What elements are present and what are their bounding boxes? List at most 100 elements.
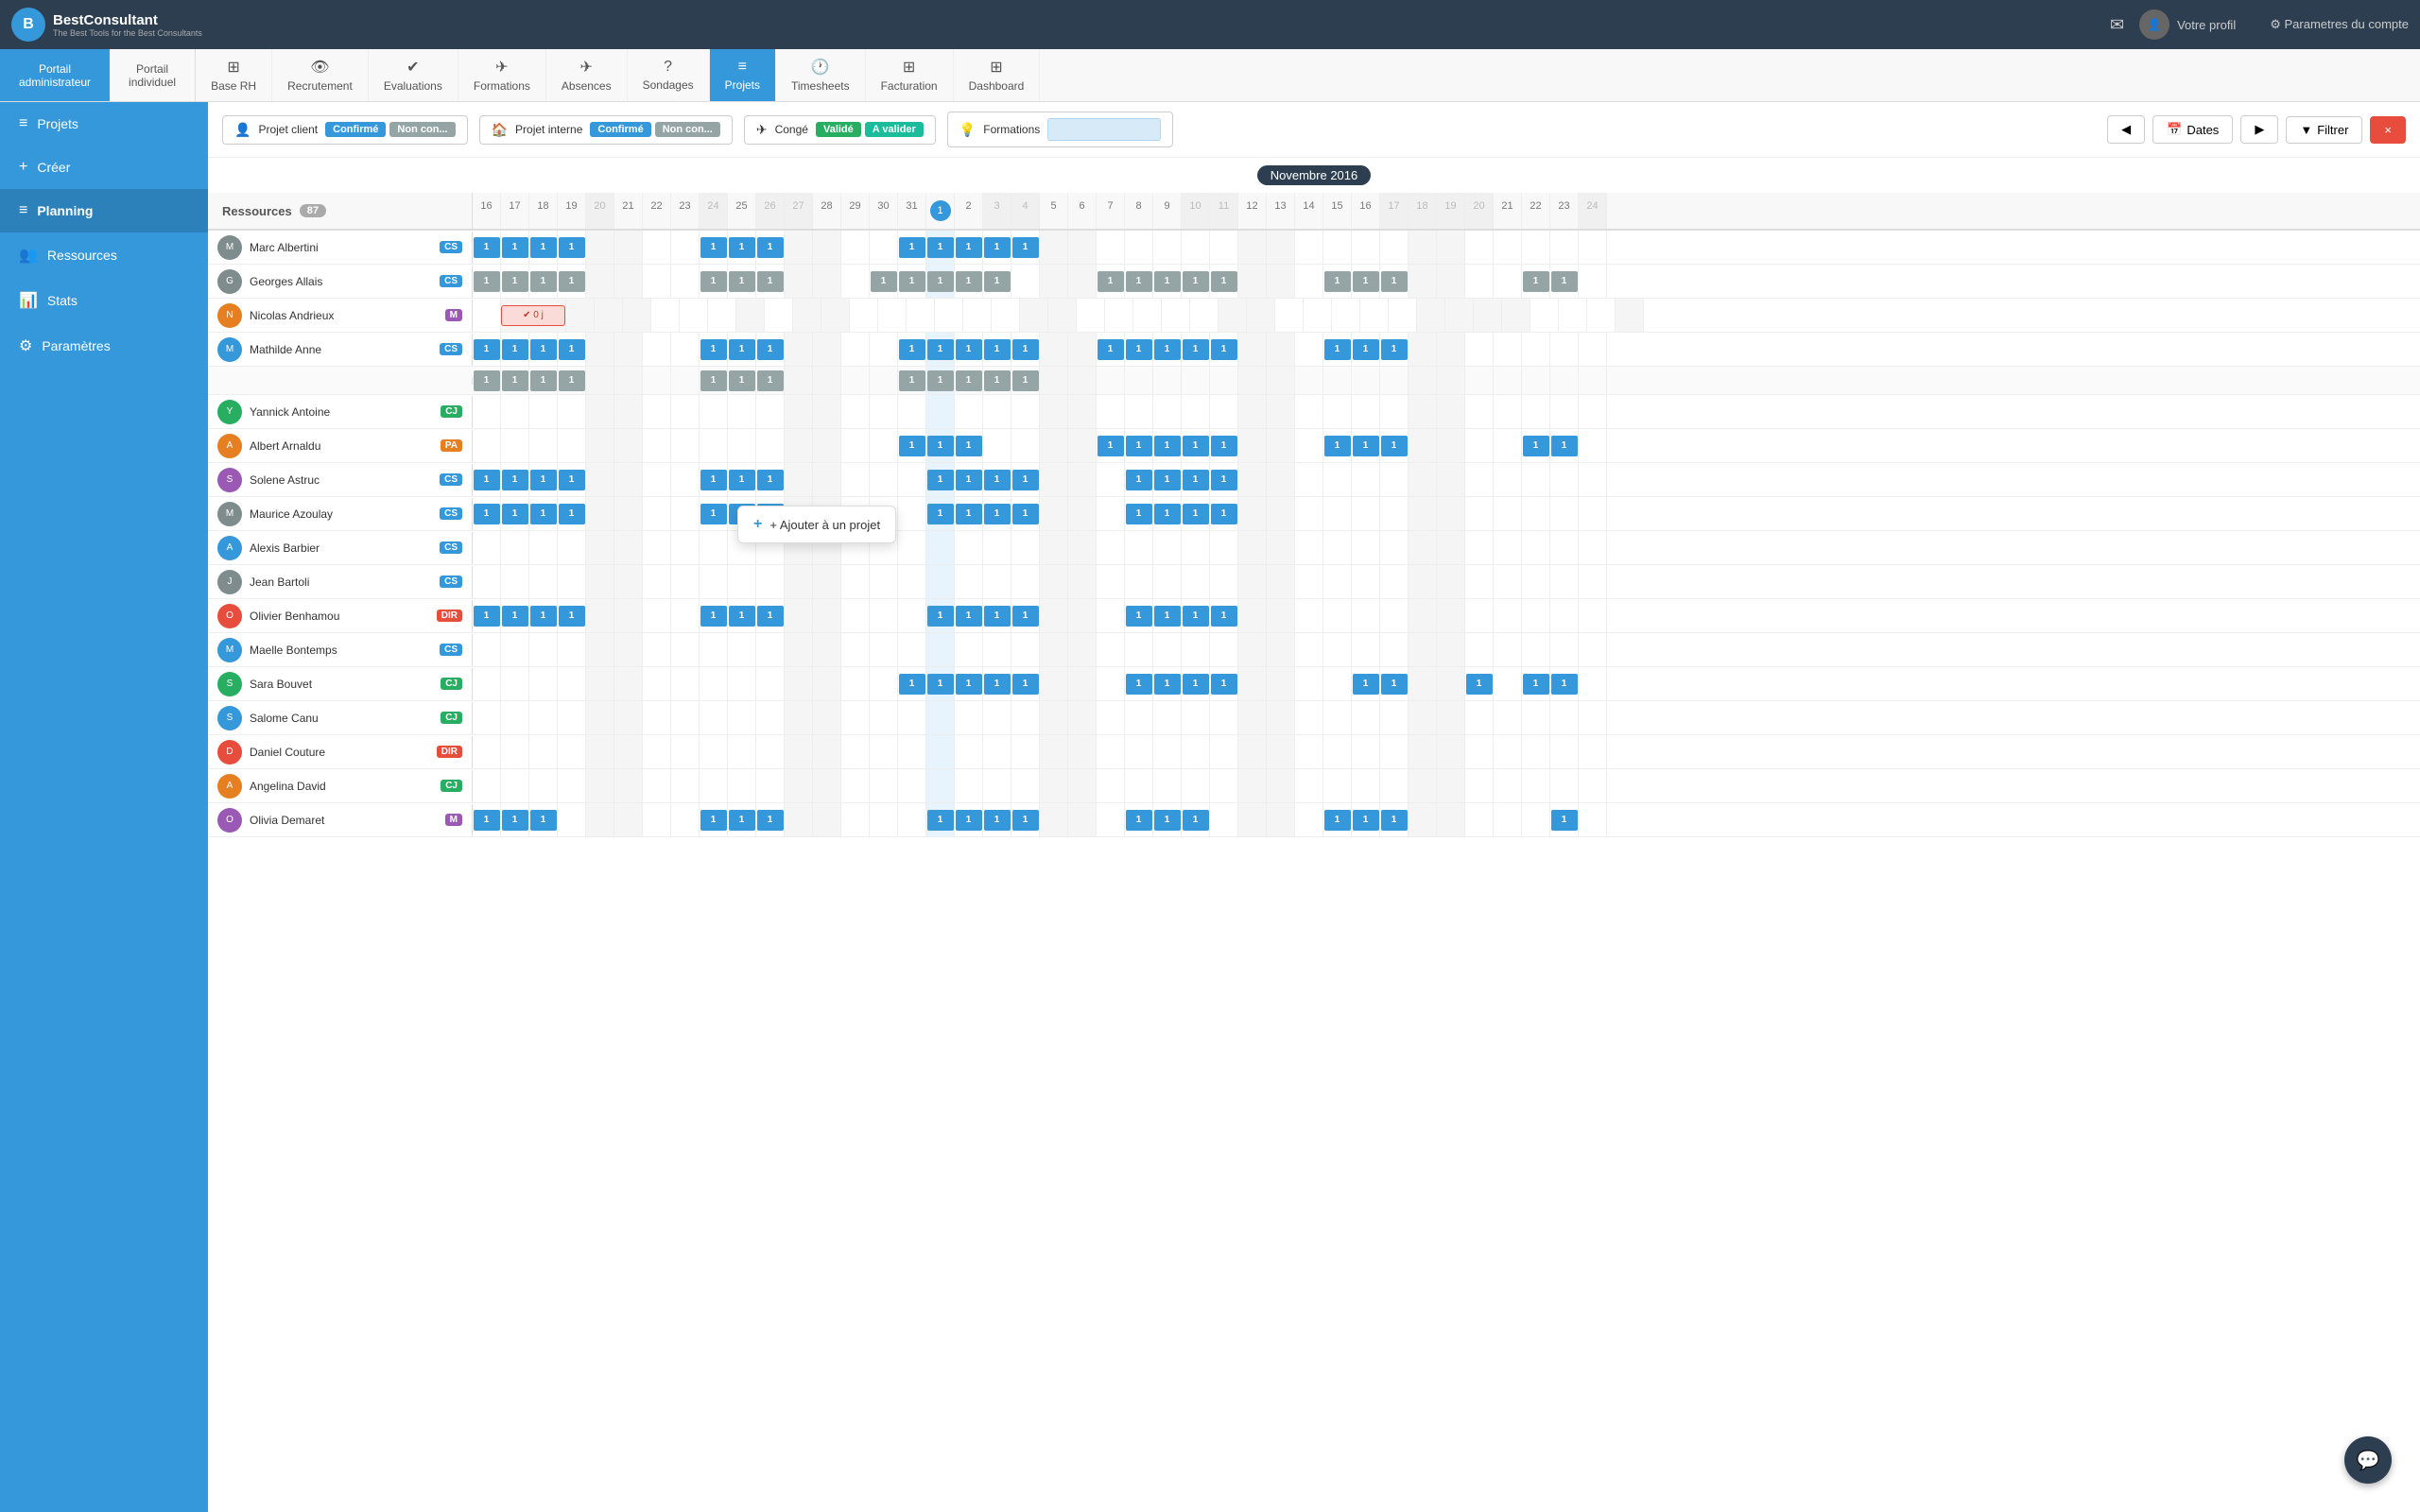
- day-cell: [1068, 565, 1097, 598]
- day-cell: 1: [926, 497, 955, 530]
- dates-button[interactable]: 📅 Dates: [2152, 115, 2233, 144]
- tab-projets[interactable]: ≡Projets: [710, 49, 776, 101]
- day-cell: [1352, 367, 1380, 394]
- tab-recrutement[interactable]: 👁Recrutement: [272, 49, 369, 101]
- day-cell: [473, 769, 501, 802]
- day-cell: [1238, 599, 1267, 632]
- day-cell: [501, 667, 529, 700]
- day-cells: 111111111111111: [473, 463, 2420, 496]
- tooltip-popup[interactable]: + + Ajouter à un projet: [737, 506, 896, 543]
- day-cell: [983, 429, 1011, 462]
- tooltip-label: + Ajouter à un projet: [769, 518, 880, 532]
- day-cell: [1465, 803, 1494, 836]
- day-cell: [643, 395, 671, 428]
- day-cell: [1097, 599, 1125, 632]
- sidebar-item-projets[interactable]: ≡Projets: [0, 102, 208, 146]
- table-row: DDaniel CoutureDIR: [208, 735, 2420, 769]
- day-header-38: 23: [1550, 193, 1579, 229]
- tab-formations[interactable]: ✈Formations: [458, 49, 546, 101]
- day-cell: [926, 735, 955, 768]
- grid-header: Ressources 87 16171819202122232425262728…: [208, 193, 2420, 231]
- time-block: 1: [1381, 436, 1408, 456]
- top-nav: B BestConsultant The Best Tools for the …: [0, 0, 2420, 49]
- sidebar-item-ressources[interactable]: 👥Ressources: [0, 232, 208, 278]
- tab-facturation[interactable]: ⊞Facturation: [866, 49, 954, 101]
- tab-sondages[interactable]: ?Sondages: [628, 49, 710, 101]
- profile-button[interactable]: 👤 Votre profil: [2139, 9, 2236, 40]
- day-cells: 11111111111111: [473, 667, 2420, 700]
- time-block: 1: [757, 339, 784, 360]
- day-cell: [501, 429, 529, 462]
- time-block: 1: [1154, 810, 1181, 831]
- day-cell: 1: [501, 333, 529, 366]
- day-cell: [926, 395, 955, 428]
- day-cell: [1465, 735, 1494, 768]
- mail-icon[interactable]: ✉: [2110, 15, 2124, 35]
- tab-absences[interactable]: ✈Absences: [546, 49, 628, 101]
- time-block: 1: [1353, 674, 1379, 695]
- day-cell: [586, 429, 614, 462]
- day-cell: 1: [898, 231, 926, 264]
- time-block: 1: [559, 271, 585, 292]
- day-cell: [1097, 735, 1125, 768]
- day-cell: [841, 265, 870, 298]
- avatar: N: [217, 303, 242, 328]
- sidebar-item-creer[interactable]: +Créer: [0, 146, 208, 189]
- projets-label: Projets: [725, 78, 760, 92]
- resource-info-alexis-barbier: AAlexis BarbierCS: [208, 532, 473, 564]
- day-cell: 1: [1182, 803, 1210, 836]
- planning-area[interactable]: Novembre 2016 Ressources 87 161718192021…: [208, 158, 2420, 1512]
- time-block: 1: [1012, 370, 1039, 391]
- day-cells: [473, 633, 2420, 666]
- day-cell: [614, 565, 643, 598]
- resource-name: Angelina David: [250, 780, 433, 793]
- time-block: 1: [956, 810, 982, 831]
- prev-button[interactable]: ◀: [2107, 115, 2145, 144]
- day-cell: [1210, 735, 1238, 768]
- day-header-23: 8: [1125, 193, 1153, 229]
- time-block: 1: [1353, 271, 1379, 292]
- resource-name: Olivier Benhamou: [250, 610, 429, 623]
- day-cell: 1: [1125, 333, 1153, 366]
- day-cell: [1295, 701, 1323, 734]
- base-rh-label: Base RH: [211, 79, 256, 93]
- day-cell: 1: [1153, 463, 1182, 496]
- day-cell: [1409, 735, 1437, 768]
- day-header-12: 28: [813, 193, 841, 229]
- sidebar-item-parametres[interactable]: ⚙Paramètres: [0, 323, 208, 369]
- day-cell: [1465, 565, 1494, 598]
- day-cell: 1: [1125, 265, 1153, 298]
- table-row: YYannick AntoineCJ: [208, 395, 2420, 429]
- sidebar-item-planning[interactable]: ≡Planning: [0, 189, 208, 232]
- day-cell: [671, 497, 700, 530]
- day-cell: [1133, 299, 1162, 332]
- tab-base-rh[interactable]: ⊞Base RH: [196, 49, 272, 101]
- tab-timesheets[interactable]: 🕐Timesheets: [776, 49, 866, 101]
- tab-evaluations[interactable]: ✔Evaluations: [369, 49, 458, 101]
- day-cell: 1: [1125, 463, 1153, 496]
- day-cell: [785, 333, 813, 366]
- settings-button[interactable]: ⚙ Parametres du compte: [2270, 17, 2409, 32]
- day-cell: [1267, 429, 1295, 462]
- portal-admin-tab[interactable]: Portail administrateur: [0, 49, 110, 101]
- day-cell: 1: [558, 231, 586, 264]
- tab-dashboard[interactable]: ⊞Dashboard: [954, 49, 1041, 101]
- chat-button[interactable]: 💬: [2344, 1436, 2392, 1484]
- time-block: 1: [899, 237, 925, 258]
- planning-sidebar-icon: ≡: [19, 202, 27, 219]
- day-cell: 1: [558, 367, 586, 394]
- filter-button[interactable]: ▼ Filtrer: [2286, 116, 2362, 144]
- day-cell: [1550, 633, 1579, 666]
- day-cell: [1579, 803, 1607, 836]
- day-cell: [1522, 633, 1550, 666]
- portal-indiv-tab[interactable]: Portail individuel: [110, 49, 196, 101]
- day-cell: [756, 429, 785, 462]
- time-block: 1: [530, 271, 557, 292]
- day-cell: [643, 803, 671, 836]
- close-button[interactable]: ×: [2370, 116, 2406, 144]
- day-header-2: 18: [529, 193, 558, 229]
- sidebar-item-stats[interactable]: 📊Stats: [0, 278, 208, 323]
- day-header-29: 14: [1295, 193, 1323, 229]
- next-button[interactable]: ▶: [2240, 115, 2278, 144]
- day-cell: [700, 701, 728, 734]
